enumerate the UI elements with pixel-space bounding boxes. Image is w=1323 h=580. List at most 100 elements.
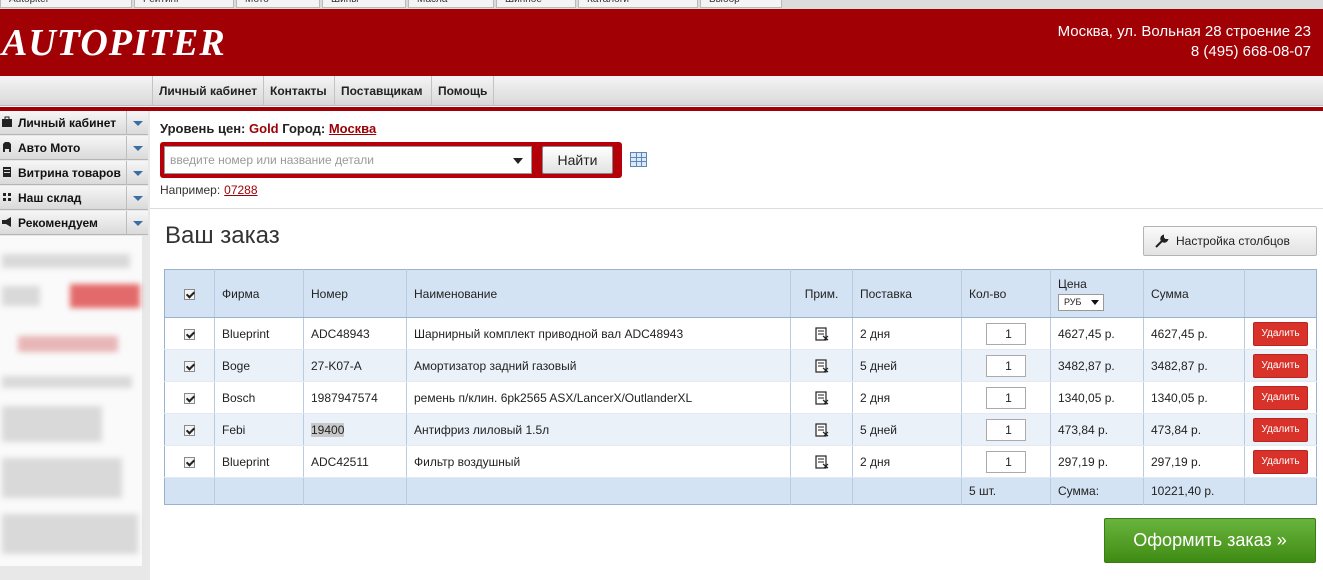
example-label: Например:: [160, 183, 221, 197]
table-view-icon[interactable]: [630, 152, 647, 167]
sidebar-item-auto-moto[interactable]: Авто Мото: [0, 136, 148, 160]
cell-firm: Febi: [214, 413, 304, 446]
row-select-cell: [164, 349, 215, 382]
highlighted-number[interactable]: 19400: [311, 422, 345, 437]
nav-divider: [493, 76, 494, 106]
browser-tab[interactable]: Autopiter: [0, 0, 132, 8]
total-empty-cell: [790, 477, 853, 505]
blurred-block: [2, 514, 138, 554]
chevron-down-icon[interactable]: [126, 136, 148, 160]
chevron-down-icon[interactable]: [126, 211, 148, 235]
quantity-input[interactable]: 1: [986, 386, 1026, 409]
phone-text: 8 (495) 668-08-07: [1190, 43, 1311, 60]
nav-item-account[interactable]: Личный кабинет: [152, 76, 263, 106]
note-icon[interactable]: [814, 391, 829, 405]
sidebar-item-showcase[interactable]: Витрина товаров: [0, 161, 148, 185]
row-checkbox[interactable]: [184, 360, 195, 372]
price-level-line: Уровень цен: Gold Город: Москва: [160, 121, 376, 136]
city-link[interactable]: Москва: [329, 121, 376, 136]
row-checkbox[interactable]: [184, 392, 195, 404]
browser-tab[interactable]: Масла: [408, 0, 494, 8]
select-all-checkbox[interactable]: [184, 288, 195, 300]
search-input[interactable]: введите номер или название детали: [164, 146, 532, 174]
column-header-note[interactable]: Прим.: [790, 269, 853, 318]
nav-item-help[interactable]: Помощь: [431, 76, 493, 106]
column-header-sum[interactable]: Сумма: [1143, 269, 1245, 318]
sidebar-item-label: Рекомендуем: [18, 216, 98, 230]
sidebar-item-warehouse[interactable]: Наш склад: [0, 186, 148, 210]
column-header-actions: [1244, 269, 1317, 318]
cell-firm: Blueprint: [214, 317, 304, 350]
cell-number: 1987947574: [303, 381, 407, 414]
cell-note: [790, 381, 853, 414]
delete-button[interactable]: Удалить: [1253, 353, 1308, 378]
quantity-input[interactable]: 1: [986, 354, 1026, 377]
contact-info: Москва, ул. Вольная 28 строение 23 8 (49…: [1058, 22, 1311, 62]
delete-button[interactable]: Удалить: [1253, 417, 1308, 442]
row-checkbox[interactable]: [184, 456, 195, 468]
column-header-delivery[interactable]: Поставка: [852, 269, 962, 318]
quantity-input[interactable]: 1: [986, 450, 1026, 473]
quantity-input[interactable]: 1: [986, 322, 1026, 345]
chevron-down-icon[interactable]: [126, 111, 148, 135]
cell-qty: 1: [961, 317, 1051, 350]
browser-tab[interactable]: Мото: [236, 0, 320, 8]
note-icon[interactable]: [814, 423, 829, 437]
browser-tab[interactable]: Шины: [322, 0, 406, 8]
cell-firm: Bosch: [214, 381, 304, 414]
delete-button[interactable]: Удалить: [1253, 449, 1308, 474]
delete-button[interactable]: Удалить: [1253, 321, 1308, 346]
sidebar-item-account[interactable]: Личный кабинет: [0, 111, 148, 135]
sidebar-item-label: Наш склад: [18, 191, 82, 205]
browser-tab[interactable]: Рейтинг: [134, 0, 234, 8]
chevron-down-icon[interactable]: [126, 161, 148, 185]
column-header-number[interactable]: Номер: [303, 269, 407, 318]
blurred-sidebar-content: [0, 236, 142, 566]
browser-tab-strip: Autopiter Рейтинг Мото Шины Масла Шинное…: [0, 0, 1323, 9]
nav-item-contacts[interactable]: Контакты: [263, 76, 333, 106]
cell-actions: Удалить: [1244, 317, 1317, 350]
cell-name: Амортизатор задний газовый: [406, 349, 791, 382]
cell-name: ремень п/клин. 6pk2565 ASX/LancerX/Outla…: [406, 381, 791, 414]
column-settings-button[interactable]: Настройка столбцов: [1143, 226, 1317, 256]
note-icon[interactable]: [814, 359, 829, 373]
total-empty-cell: [1244, 477, 1317, 505]
note-icon[interactable]: [814, 327, 829, 341]
row-select-cell: [164, 413, 215, 446]
browser-tab[interactable]: Шинное: [496, 0, 576, 8]
total-empty-cell: [214, 477, 304, 505]
row-select-cell: [164, 317, 215, 350]
site-logo[interactable]: AUTOPITER: [2, 21, 226, 65]
row-checkbox[interactable]: [184, 424, 195, 436]
sidebar-item-recommend[interactable]: Рекомендуем: [0, 211, 148, 235]
search-button[interactable]: Найти: [542, 146, 613, 174]
wrench-icon: [1155, 234, 1169, 248]
car-icon: [3, 142, 11, 152]
total-empty-cell: [164, 477, 215, 505]
column-settings-label: Настройка столбцов: [1176, 234, 1290, 248]
nav-item-suppliers[interactable]: Поставщикам: [334, 76, 428, 106]
column-header-qty[interactable]: Кол-во: [961, 269, 1051, 318]
row-select-cell: [164, 381, 215, 414]
cell-price: 1340,05 р.: [1050, 381, 1144, 414]
price-header-label[interactable]: Цена: [1058, 277, 1136, 291]
blurred-block: [70, 284, 140, 308]
browser-tab[interactable]: Выбор: [700, 0, 782, 8]
cell-price: 473,84 р.: [1050, 413, 1144, 446]
column-header-name[interactable]: Наименование: [406, 269, 791, 318]
row-checkbox[interactable]: [184, 328, 195, 340]
sidebar-item-label: Личный кабинет: [18, 116, 117, 130]
cell-actions: Удалить: [1244, 381, 1317, 414]
search-box: введите номер или название детали Найти: [160, 142, 622, 178]
example-link[interactable]: 07288: [224, 183, 257, 197]
currency-select[interactable]: РУБ: [1058, 293, 1104, 311]
note-icon[interactable]: [814, 455, 829, 469]
browser-tab[interactable]: Каталоги: [578, 0, 698, 8]
cell-delivery: 2 дня: [852, 317, 962, 350]
cell-note: [790, 413, 853, 446]
checkout-button[interactable]: Оформить заказ »: [1104, 518, 1316, 563]
quantity-input[interactable]: 1: [986, 418, 1026, 441]
delete-button[interactable]: Удалить: [1253, 385, 1308, 410]
column-header-firm[interactable]: Фирма: [214, 269, 304, 318]
chevron-down-icon[interactable]: [126, 186, 148, 210]
